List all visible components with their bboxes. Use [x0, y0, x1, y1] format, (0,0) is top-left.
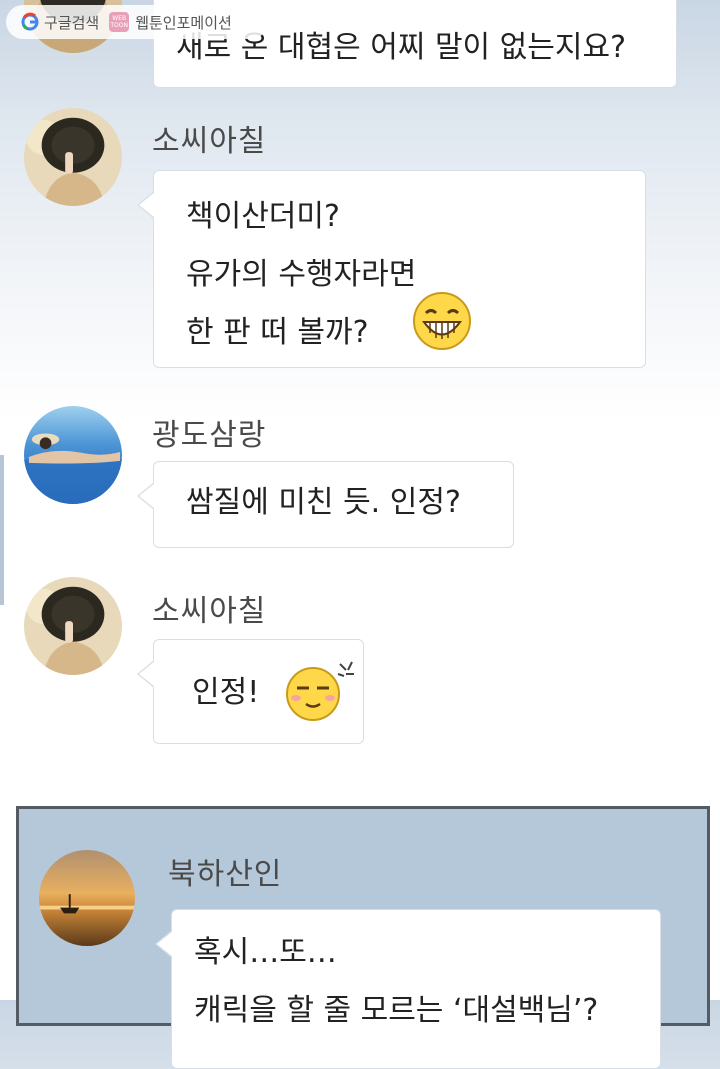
webtoon-badge-icon: WEB TOON	[109, 12, 130, 32]
highlight-panel: 북하산인 혹시…또… 캐릭을 할 줄 모르는 ‘대설백님’?	[16, 806, 710, 1069]
avatar-gwangdosamrang	[24, 406, 122, 504]
bubble-tail	[137, 482, 155, 510]
avatar-soshiachil	[24, 577, 122, 675]
message-bubble: 쌈질에 미친 듯. 인정?	[137, 461, 514, 548]
sender-name: 소씨아칠	[152, 124, 267, 159]
message-text: 혹시…또…	[194, 935, 337, 970]
message-bubble: 책이산더미? 유가의 수행자라면 한 판 떠 볼까?	[137, 170, 646, 368]
sender-name: 북하산인	[168, 857, 283, 892]
sender-name: 광도삼랑	[152, 418, 267, 453]
bubble-tail	[155, 930, 173, 958]
grin-emoji-icon	[413, 292, 471, 350]
avatar-bukhasanin	[39, 850, 135, 946]
google-icon	[21, 12, 39, 31]
message-bubble: 인정!	[137, 639, 364, 744]
message-text: 쌈질에 미친 듯. 인정?	[186, 485, 461, 520]
side-scroll-line	[0, 455, 4, 605]
bubble-tail	[137, 660, 155, 688]
smug-emoji-icon	[286, 661, 354, 721]
watermark-brand-label: 웹툰인포메이션	[135, 13, 232, 32]
watermark-bar: 구글검색 WEB TOON 웹툰인포메이션	[6, 5, 268, 39]
avatar-soshiachil	[24, 108, 122, 206]
bubble-tail	[137, 191, 155, 219]
message-bubble: 혹시…또… 캐릭을 할 줄 모르는 ‘대설백님’?	[155, 909, 661, 1069]
message-text: 캐릭을 할 줄 모르는 ‘대설백님’?	[194, 993, 599, 1028]
message-text: 책이산더미?	[186, 199, 340, 234]
watermark-google-label: 구글검색	[44, 13, 100, 32]
sender-name: 소씨아칠	[152, 594, 267, 629]
